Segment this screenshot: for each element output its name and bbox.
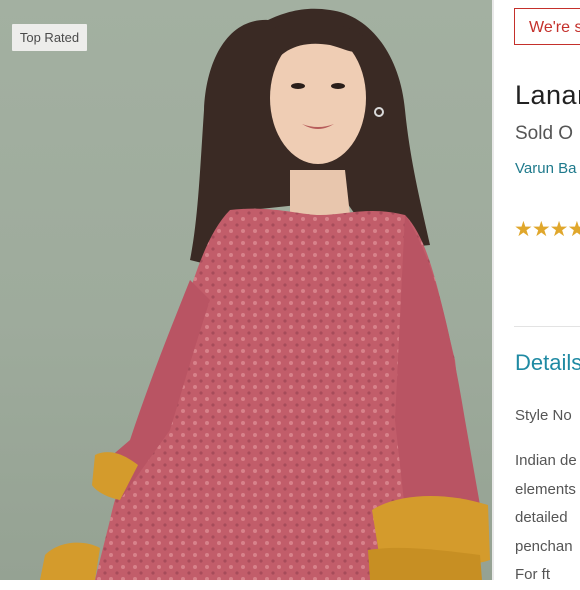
description-line: Indian de: [515, 452, 577, 469]
description-line: For ft: [515, 566, 551, 583]
rating-stars[interactable]: ★★★★: [514, 217, 580, 242]
description-line: penchan: [515, 537, 573, 555]
product-description: Indian de elements detailed penchan For …: [515, 447, 577, 590]
product-image[interactable]: Top Rated: [0, 0, 492, 580]
brand-link[interactable]: Varun Ba: [515, 160, 576, 177]
style-number-label: Style No: [515, 407, 572, 424]
panel-divider: [492, 0, 494, 580]
description-line: elements: [515, 480, 576, 498]
model-illustration: [40, 8, 490, 580]
promo-banner[interactable]: We're s: [514, 8, 580, 45]
details-heading[interactable]: Details: [515, 350, 580, 376]
top-rated-badge: Top Rated: [12, 24, 87, 51]
description-line: detailed: [515, 509, 568, 526]
section-divider: [514, 326, 580, 327]
product-title: Lanar: [515, 80, 580, 110]
availability-status: Sold O: [515, 123, 574, 144]
